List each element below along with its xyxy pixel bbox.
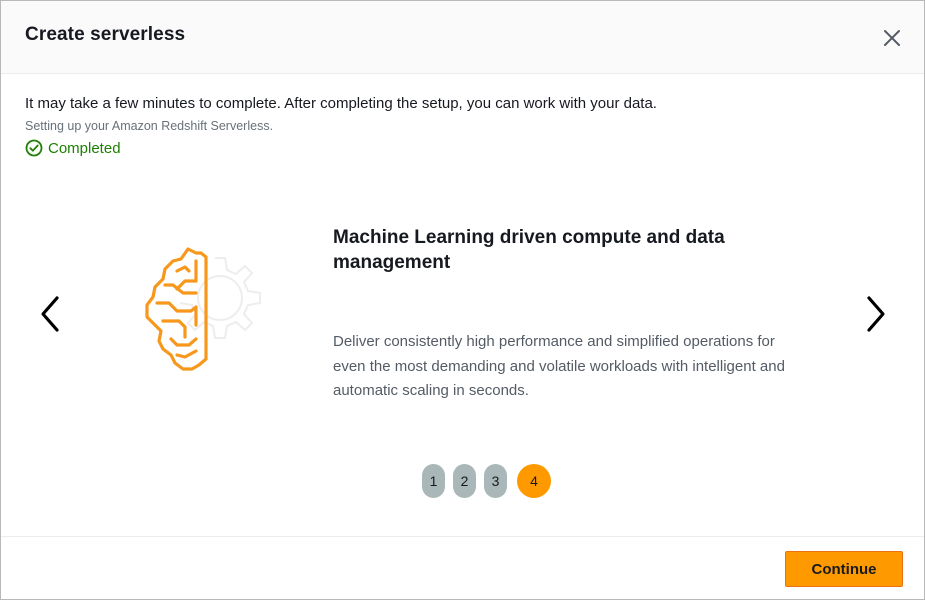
status-indicator: Completed xyxy=(25,138,121,158)
brain-gear-icon xyxy=(133,241,273,381)
slide-pagination: 1 2 3 4 xyxy=(422,464,551,498)
intro-text: It may take a few minutes to complete. A… xyxy=(25,95,657,112)
gear-icon xyxy=(179,257,261,339)
chevron-left-icon xyxy=(41,296,59,332)
page-dot-2[interactable]: 2 xyxy=(453,464,476,498)
modal-footer: Continue xyxy=(1,536,924,600)
page-dot-1[interactable]: 1 xyxy=(422,464,445,498)
chevron-right-icon xyxy=(867,296,885,332)
slide-description: Deliver consistently high performance an… xyxy=(333,333,785,399)
previous-slide-button[interactable] xyxy=(35,292,65,336)
status-text: Completed xyxy=(48,139,121,157)
modal-header: Create serverless xyxy=(1,1,924,74)
slide-title: Machine Learning driven compute and data… xyxy=(333,227,725,273)
modal-title: Create serverless xyxy=(25,24,186,45)
close-icon xyxy=(884,30,900,46)
next-slide-button[interactable] xyxy=(861,292,891,336)
page-dot-4-active[interactable]: 4 xyxy=(517,464,551,498)
page-dot-3[interactable]: 3 xyxy=(484,464,507,498)
create-serverless-modal: Create serverless It may take a few minu… xyxy=(0,0,925,600)
check-circle-icon xyxy=(25,139,43,157)
continue-button[interactable]: Continue xyxy=(785,551,903,587)
close-button[interactable] xyxy=(879,25,905,51)
setup-subtext: Setting up your Amazon Redshift Serverle… xyxy=(25,119,274,133)
